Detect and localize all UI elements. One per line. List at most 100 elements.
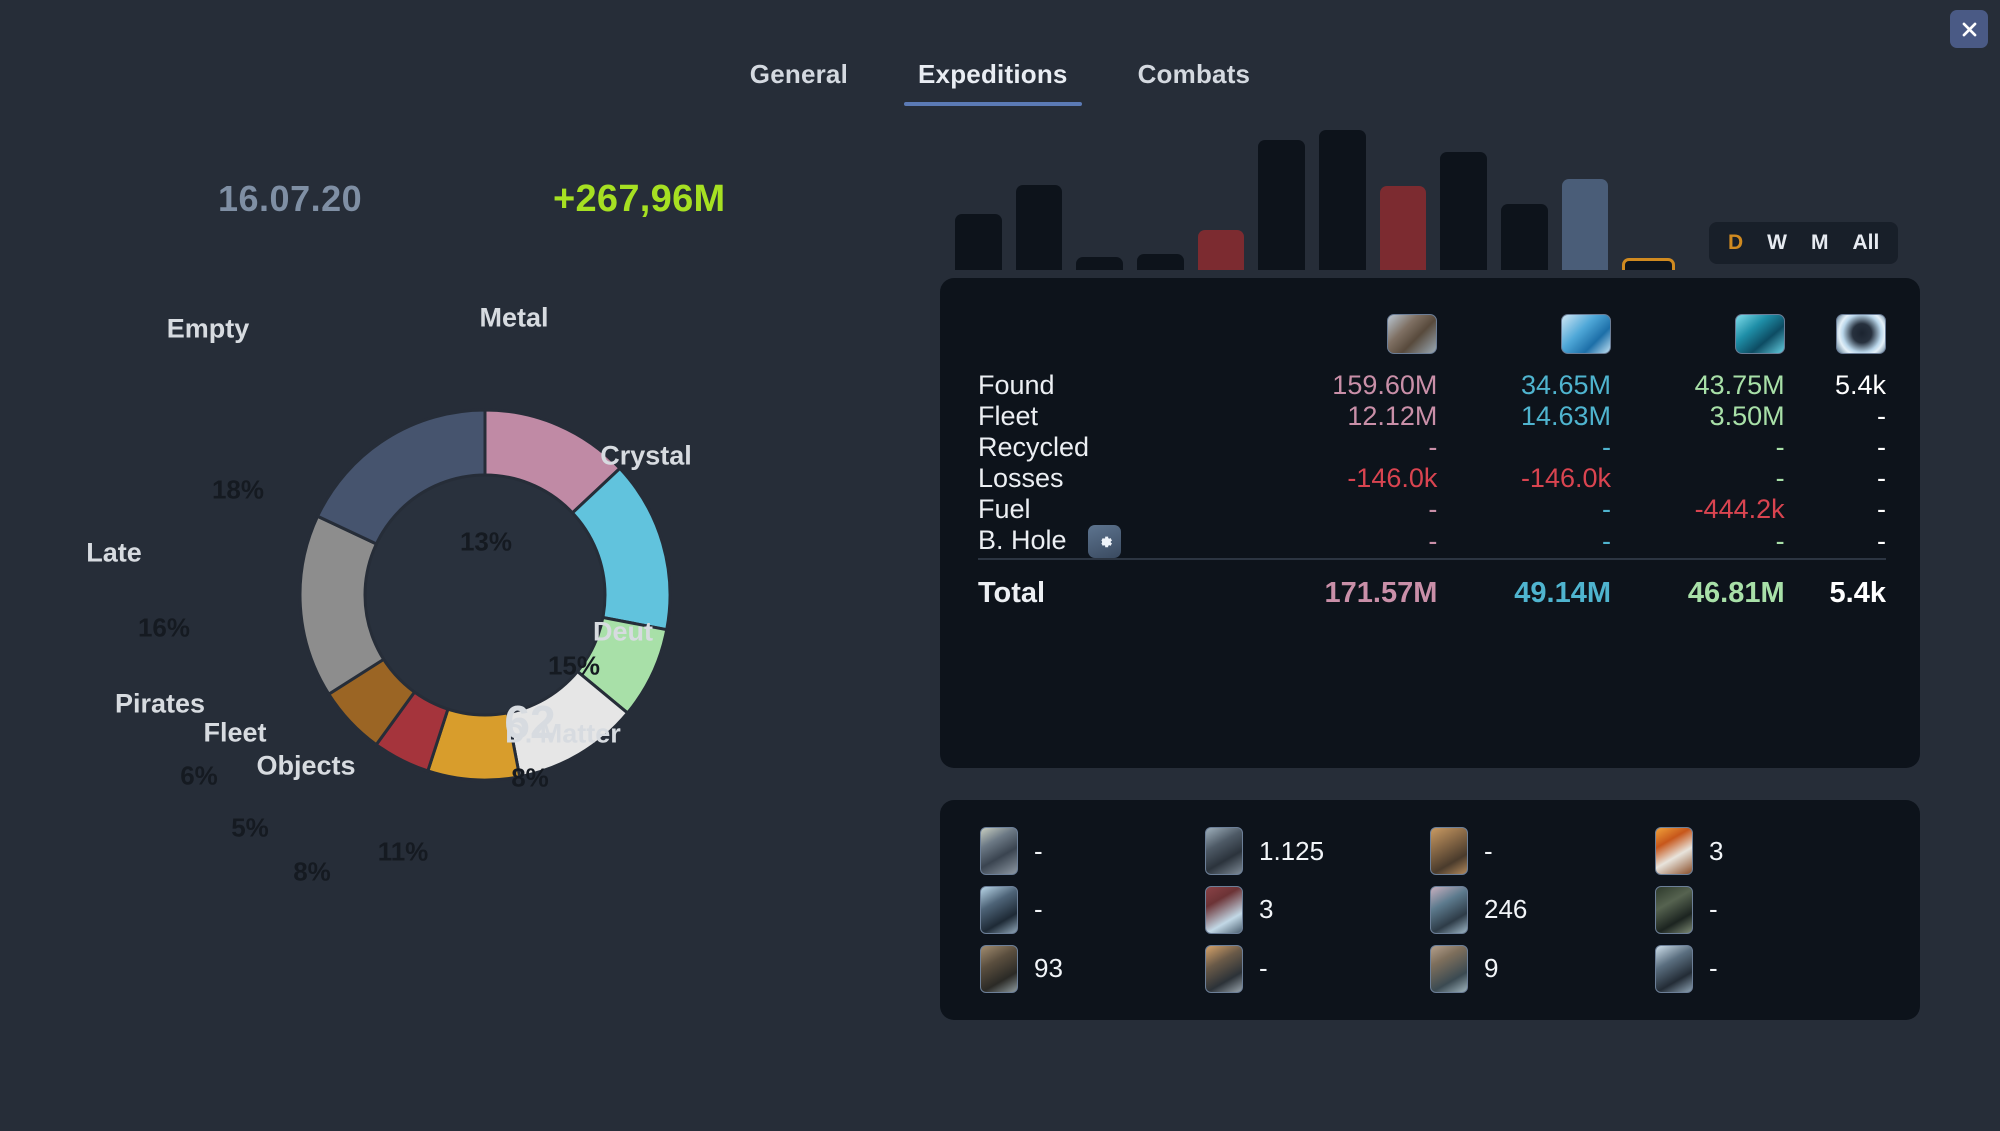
- slice-pct-metal: 13%: [459, 526, 513, 557]
- ship-icon-2: [1205, 827, 1243, 876]
- cell-recycled-dm: -: [1877, 432, 1886, 462]
- cell-black-hole-dm: -: [1877, 526, 1886, 557]
- table-row-recycled: Recycled - - - -: [978, 432, 1886, 463]
- tab-general[interactable]: General: [736, 55, 862, 106]
- ship-entry[interactable]: -: [980, 881, 1205, 940]
- ship-grid: - 1.125 - 3 - 3 246 - 93 - 9 -: [980, 822, 1880, 998]
- ship-count: 1.125: [1259, 835, 1325, 866]
- ship-icon-9: [980, 944, 1018, 993]
- history-bar-4[interactable]: [1137, 253, 1184, 270]
- tab-bar: General Expeditions Combats: [0, 55, 2000, 106]
- ship-icon-11: [1430, 944, 1468, 993]
- crystal-resource-icon: [1561, 314, 1611, 354]
- ship-count: 3: [1709, 835, 1724, 866]
- ship-entry[interactable]: -: [980, 822, 1205, 881]
- resource-header-deut: [1611, 298, 1785, 370]
- slice-label-pirates: Pirates: [114, 688, 206, 719]
- period-week[interactable]: W: [1764, 231, 1790, 255]
- table-row-fuel: Fuel - - -444.2k -: [978, 494, 1886, 525]
- black-hole-settings-button[interactable]: [1088, 525, 1122, 559]
- slice-pct-fleet: 5%: [231, 812, 269, 843]
- period-selector: D W M All: [1709, 222, 1899, 264]
- deuterium-resource-icon: [1734, 314, 1785, 354]
- dark-matter-icon: [1836, 314, 1886, 354]
- cell-black-hole-metal: -: [1428, 526, 1438, 557]
- ship-icon-4: [1655, 827, 1693, 876]
- history-bar-10[interactable]: [1501, 203, 1548, 270]
- resource-table-header: [978, 298, 1886, 370]
- slice-label-dmatter: D. Matter: [505, 718, 621, 749]
- history-bar-chart[interactable]: [955, 130, 1676, 270]
- expedition-stats-window: General Expeditions Combats 16.07.20 +26…: [0, 0, 2000, 1131]
- ship-entry[interactable]: 93: [980, 939, 1205, 998]
- gear-icon: [1100, 536, 1112, 548]
- slice-label-late: Late: [86, 537, 142, 568]
- row-label-fuel: Fuel: [978, 494, 1031, 524]
- period-month[interactable]: M: [1808, 231, 1832, 255]
- slice-pct-deut: 8%: [511, 762, 549, 793]
- ship-entry[interactable]: 246: [1430, 881, 1655, 940]
- ship-count: -: [1709, 953, 1718, 984]
- ship-entry[interactable]: 1.125: [1205, 822, 1430, 881]
- slice-pct-objects: 8%: [293, 856, 331, 887]
- ship-count: -: [1709, 894, 1718, 925]
- cell-found-metal: 159.60M: [1332, 370, 1438, 400]
- history-bar-1[interactable]: [955, 214, 1002, 270]
- ship-count: 246: [1484, 894, 1528, 925]
- cell-fuel-dm: -: [1877, 494, 1886, 524]
- history-bar-5[interactable]: [1197, 230, 1245, 270]
- history-bar-12[interactable]: [1622, 258, 1676, 270]
- cell-losses-crystal: -146.0k: [1520, 463, 1611, 493]
- ship-icon-7: [1430, 885, 1468, 934]
- tab-expeditions[interactable]: Expeditions: [904, 55, 1082, 106]
- cell-found-crystal: 34.65M: [1520, 370, 1611, 400]
- ship-entry[interactable]: -: [1655, 881, 1880, 940]
- cell-fuel-crystal: -: [1602, 494, 1611, 524]
- history-bar-3[interactable]: [1076, 256, 1124, 270]
- cell-found-deut: 43.75M: [1694, 370, 1785, 400]
- ship-count: -: [1034, 835, 1043, 866]
- ship-icon-3: [1430, 827, 1468, 876]
- ship-entry[interactable]: -: [1655, 939, 1880, 998]
- cell-black-hole-crystal: -: [1602, 526, 1611, 557]
- close-button[interactable]: [1950, 10, 1988, 48]
- ship-icon-1: [980, 827, 1018, 876]
- period-day[interactable]: D: [1725, 231, 1746, 255]
- ship-entry[interactable]: 3: [1205, 881, 1430, 940]
- history-bar-7[interactable]: [1319, 130, 1366, 270]
- row-label-found: Found: [978, 370, 1055, 400]
- cell-fuel-deut: -444.2k: [1694, 494, 1785, 524]
- row-label-fleet: Fleet: [978, 401, 1039, 431]
- history-bar-8[interactable]: [1379, 186, 1427, 270]
- row-label-black-hole: B. Hole: [978, 525, 1235, 559]
- resource-table-body: Found 159.60M 34.65M 43.75M 5.4k Fleet 1…: [978, 370, 1886, 610]
- cell-losses-metal: -146.0k: [1347, 463, 1438, 493]
- resource-header-spacer: [978, 298, 1235, 370]
- slice-pct-dmatter: 11%: [377, 836, 429, 867]
- row-label-losses: Losses: [978, 463, 1064, 493]
- cell-black-hole-deut: -: [1775, 526, 1785, 557]
- period-all[interactable]: All: [1850, 231, 1883, 255]
- slice-label-metal: Metal: [479, 302, 549, 333]
- row-label-total: Total: [978, 577, 1046, 610]
- ship-count: 3: [1259, 894, 1274, 925]
- history-bar-6[interactable]: [1258, 140, 1306, 270]
- ship-entry[interactable]: 9: [1430, 939, 1655, 998]
- date-label: 16.07.20: [218, 178, 363, 219]
- resource-summary-panel: Found 159.60M 34.65M 43.75M 5.4k Fleet 1…: [940, 278, 1920, 768]
- slice-pct-empty: 18%: [211, 474, 265, 505]
- cell-recycled-deut: -: [1775, 432, 1785, 462]
- resource-header-dm: [1785, 298, 1886, 370]
- row-label-recycled: Recycled: [978, 432, 1090, 462]
- ship-entry[interactable]: -: [1430, 822, 1655, 881]
- table-row-losses: Losses -146.0k -146.0k - -: [978, 463, 1886, 494]
- ship-entry[interactable]: -: [1205, 939, 1430, 998]
- tab-combats[interactable]: Combats: [1124, 55, 1265, 106]
- cell-recycled-crystal: -: [1602, 432, 1611, 462]
- history-bar-9[interactable]: [1440, 152, 1488, 270]
- ship-icon-10: [1205, 944, 1243, 993]
- history-bar-11[interactable]: [1561, 178, 1609, 270]
- history-bar-2[interactable]: [1015, 184, 1063, 270]
- table-row-found: Found 159.60M 34.65M 43.75M 5.4k: [978, 370, 1886, 401]
- ship-entry[interactable]: 3: [1655, 822, 1880, 881]
